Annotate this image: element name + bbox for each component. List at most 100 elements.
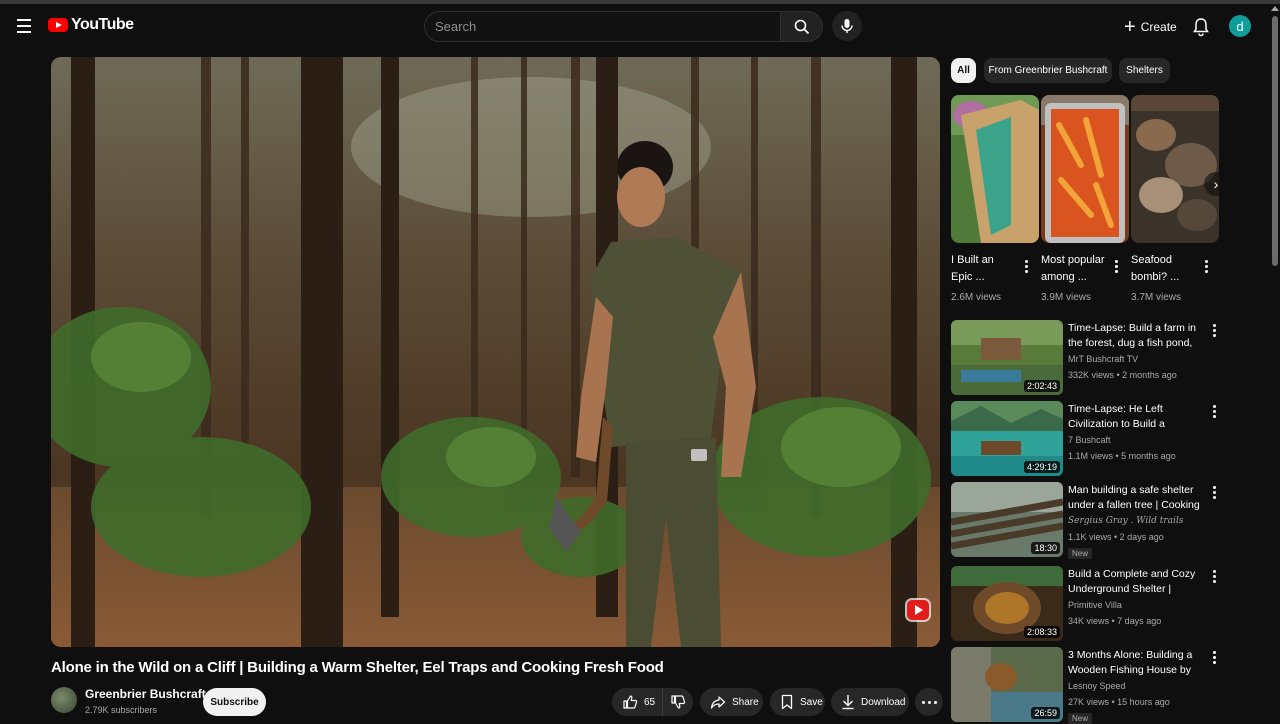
search-button[interactable] — [781, 11, 823, 42]
video-meta: 332K views • 2 months ago — [1068, 370, 1177, 380]
video-meta: 34K views • 7 days ago — [1068, 616, 1162, 626]
share-button[interactable]: Share — [700, 688, 763, 716]
video-thumbnail[interactable]: 4:29:19 — [951, 401, 1063, 476]
short-thumbnail-image — [1131, 95, 1219, 243]
short-menu-icon-3[interactable] — [1200, 259, 1212, 273]
more-horizontal-icon — [921, 700, 937, 704]
short-menu-icon-2[interactable] — [1110, 259, 1122, 273]
recommended-video[interactable]: 2:08:33 Build a Complete and Cozy Underg… — [951, 566, 1216, 642]
download-icon — [842, 695, 854, 710]
search-input[interactable] — [435, 19, 780, 34]
video-title[interactable]: Man building a safe shelter under a fall… — [1068, 483, 1206, 514]
notifications-button[interactable] — [1190, 16, 1212, 38]
save-button[interactable]: Save — [770, 688, 825, 716]
subscribe-button[interactable]: Subscribe — [203, 688, 266, 716]
chip-all[interactable]: All — [951, 58, 976, 83]
new-badge: New — [1068, 713, 1093, 724]
more-actions-button[interactable] — [915, 688, 943, 716]
logo-text: YouTube — [71, 16, 134, 33]
short-thumbnail-3[interactable] — [1131, 95, 1219, 243]
chip-shelters[interactable]: Shelters — [1119, 58, 1170, 83]
short-title-3[interactable]: Seafood bombi? ... — [1131, 252, 1197, 286]
new-badge: New — [1068, 548, 1093, 559]
download-label: Download — [861, 696, 906, 708]
video-meta: 27K views • 15 hours ago — [1068, 697, 1170, 707]
scrollbar-thumb[interactable] — [1272, 16, 1278, 266]
video-title[interactable]: Time-Lapse: He Left Civilization to Buil… — [1068, 402, 1206, 433]
save-label: Save — [800, 696, 823, 708]
short-thumbnail-image — [951, 95, 1039, 243]
video-duration: 2:02:43 — [1023, 380, 1060, 392]
channel-name[interactable]: Primitive Villa — [1068, 600, 1122, 610]
channel-name[interactable]: Greenbrier Bushcraft — [85, 687, 206, 701]
youtube-play-icon — [48, 18, 68, 32]
more-vertical-icon[interactable] — [1209, 323, 1219, 337]
menu-icon[interactable] — [12, 14, 36, 38]
video-duration: 26:59 — [1031, 707, 1060, 719]
video-meta: 1.1M views • 5 months ago — [1068, 451, 1176, 461]
channel-name[interactable]: MrT Bushcraft TV — [1068, 354, 1138, 364]
video-thumbnail[interactable]: 18:30 — [951, 482, 1063, 557]
short-views-1: 2.6M views — [951, 292, 1002, 303]
short-thumbnail-1[interactable] — [951, 95, 1039, 243]
short-thumbnail-image — [1041, 95, 1129, 243]
more-vertical-icon[interactable] — [1209, 485, 1219, 499]
youtube-logo[interactable]: YouTube — [48, 16, 134, 34]
more-vertical-icon[interactable] — [1209, 404, 1219, 418]
masthead: YouTube + Create d — [0, 4, 1280, 50]
dislike-button[interactable] — [662, 688, 693, 716]
video-duration: 4:29:19 — [1023, 461, 1060, 473]
scroll-up-arrow-icon[interactable] — [1271, 6, 1279, 11]
create-label: Create — [1140, 20, 1177, 34]
share-icon — [710, 696, 726, 709]
video-duration: 2:08:33 — [1023, 626, 1060, 638]
short-menu-icon-1[interactable] — [1020, 259, 1032, 273]
recommended-video[interactable]: 2:02:43 Time-Lapse: Build a farm in the … — [951, 320, 1216, 396]
thumbs-down-icon — [671, 695, 686, 709]
plus-icon: + — [1124, 16, 1136, 38]
create-button[interactable]: + Create — [1118, 15, 1183, 39]
channel-avatar[interactable] — [51, 687, 77, 713]
like-button[interactable]: 65 — [612, 688, 662, 716]
voice-search-button[interactable] — [832, 11, 862, 41]
search-box — [424, 11, 781, 42]
channel-name[interactable]: Lesnoy Speed — [1068, 681, 1126, 691]
recommended-video[interactable]: 18:30 Man building a safe shelter under … — [951, 482, 1219, 559]
account-avatar[interactable]: d — [1229, 15, 1251, 37]
subscriber-count: 2.79K subscribers — [85, 705, 158, 715]
more-vertical-icon[interactable] — [1209, 569, 1219, 583]
short-thumbnail-2[interactable] — [1041, 95, 1129, 243]
page-scrollbar[interactable] — [1270, 16, 1278, 720]
video-thumbnail[interactable]: 2:08:33 — [951, 566, 1063, 641]
video-title[interactable]: Build a Complete and Cozy Underground Sh… — [1068, 567, 1206, 598]
video-title[interactable]: 3 Months Alone: Building a Wooden Fishin… — [1068, 648, 1206, 679]
download-button[interactable]: Download — [831, 688, 909, 716]
video-frame — [51, 57, 940, 647]
like-count: 65 — [644, 696, 656, 708]
share-label: Share — [732, 696, 759, 708]
chevron-right-icon[interactable]: › — [1204, 172, 1228, 196]
channel-name[interactable]: Sergius Gray . Wild trails — [1068, 516, 1183, 526]
video-title[interactable]: Time-Lapse: Build a farm in the forest, … — [1068, 321, 1206, 352]
microphone-icon — [841, 19, 853, 33]
short-title-2[interactable]: Most popular among ... — [1041, 252, 1107, 286]
video-player[interactable] — [51, 57, 940, 647]
bookmark-icon — [781, 694, 793, 710]
recommended-video[interactable]: 26:59 3 Months Alone: Building a Wooden … — [951, 647, 1219, 724]
more-vertical-icon[interactable] — [1209, 650, 1219, 664]
video-thumbnail[interactable]: 26:59 — [951, 647, 1063, 722]
thumbs-up-icon — [623, 695, 638, 709]
bell-icon — [1193, 18, 1209, 37]
video-duration: 18:30 — [1031, 542, 1060, 554]
video-title: Alone in the Wild on a Cliff | Building … — [51, 659, 664, 676]
search-icon — [794, 19, 809, 34]
short-title-1[interactable]: I Built an Epic ... — [951, 252, 1017, 286]
youtube-watermark-icon[interactable] — [907, 600, 929, 620]
channel-name[interactable]: 7 Bushcaft — [1068, 435, 1111, 445]
chip-from-channel[interactable]: From Greenbrier Bushcraft — [984, 58, 1112, 83]
video-meta: 1.1K views • 2 days ago — [1068, 532, 1164, 542]
recommended-video[interactable]: 4:29:19 Time-Lapse: He Left Civilization… — [951, 401, 1216, 477]
short-views-3: 3.7M views — [1131, 292, 1182, 303]
video-thumbnail[interactable]: 2:02:43 — [951, 320, 1063, 395]
short-views-2: 3.9M views — [1041, 292, 1092, 303]
